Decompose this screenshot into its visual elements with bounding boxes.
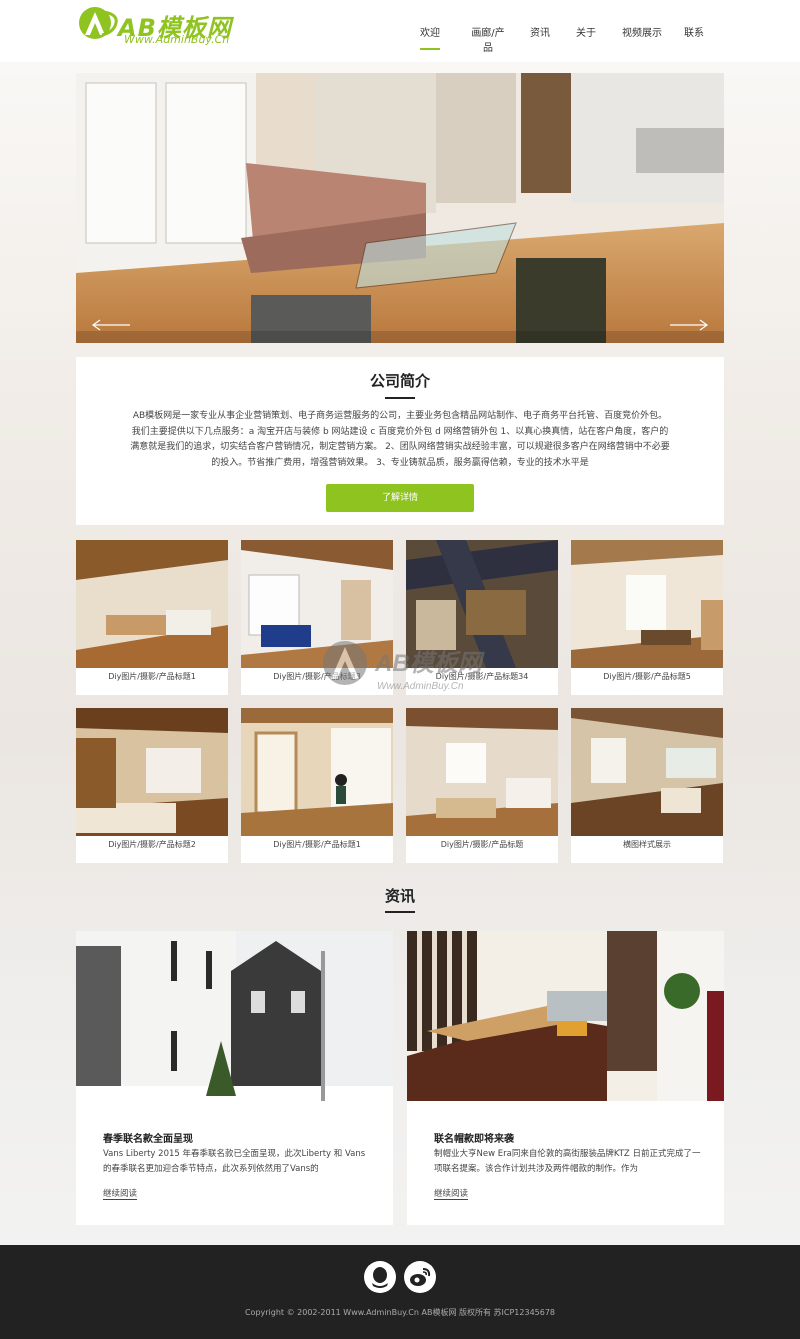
main-nav: 欢迎 画廊/产品 资讯 关于 视频展示 联系 — [420, 24, 704, 54]
arrow-left-icon — [91, 319, 130, 331]
product-caption: Diy图片/摄影/产品标题3 — [273, 672, 361, 681]
qq-button[interactable] — [364, 1261, 396, 1293]
nav-item-gallery[interactable]: 画廊/产品 — [468, 24, 508, 54]
site-footer: Copyright © 2002-2011 Www.AdminBuy.Cn AB… — [0, 1245, 800, 1339]
nav-item-video[interactable]: 视频展示 — [622, 24, 662, 44]
news-card[interactable]: 联名帽款即将来袭 制帽业大亨New Era同来自伦敦的高街服装品牌KTZ 日前正… — [407, 931, 724, 1225]
product-caption: 横图样式展示 — [623, 840, 671, 849]
news-summary: Vans Liberty 2015 年春季联名款已全面呈现，此次Liberty … — [103, 1149, 366, 1174]
learn-more-button[interactable]: 了解详情 — [326, 484, 474, 512]
read-more-link[interactable]: 继续阅读 — [103, 1187, 138, 1200]
product-photo — [571, 540, 723, 668]
product-caption: Diy图片/摄影/产品标题5 — [603, 672, 691, 681]
product-caption: Diy图片/摄影/产品标题2 — [108, 840, 196, 849]
product-card[interactable]: Diy图片/摄影/产品标题1 — [241, 708, 393, 863]
news-headline[interactable]: 联名帽款即将来袭 — [434, 1130, 514, 1145]
weibo-icon — [410, 1268, 431, 1286]
hero-banner[interactable] — [76, 73, 724, 343]
product-card[interactable]: Diy图片/摄影/产品标题2 — [76, 708, 228, 863]
product-photo — [406, 708, 558, 836]
product-card[interactable]: Diy图片/摄影/产品标题3 — [241, 540, 393, 695]
intro-text: AB模板网是一家专业从事企业营销策划、电子商务运营服务的公司，主要业务包含精品网… — [130, 411, 670, 468]
nav-item-about[interactable]: 关于 — [576, 24, 596, 44]
nav-item-news[interactable]: 资讯 — [530, 24, 550, 44]
logo-url: Www.AdminBuy.Cn — [124, 33, 230, 46]
news-summary: 制帽业大亨New Era同来自伦敦的高街服装品牌KTZ 日前正式完成了一项联名提… — [434, 1149, 701, 1174]
living-room-photo — [76, 73, 724, 343]
weibo-button[interactable] — [404, 1261, 436, 1293]
product-card[interactable]: Diy图片/摄影/产品标题34 — [406, 540, 558, 695]
logo-mark-icon — [79, 7, 118, 39]
news-photo — [76, 931, 393, 1101]
product-card[interactable]: Diy图片/摄影/产品标题5 — [571, 540, 723, 695]
news-section-title: 资讯 — [384, 887, 415, 905]
company-intro: 公司简介 AB模板网是一家专业从事企业营销策划、电子商务运营服务的公司，主要业务… — [76, 357, 724, 525]
product-photo — [571, 708, 723, 836]
news-photo — [407, 931, 724, 1101]
site-header: AB模板网 Www.AdminBuy.Cn 欢迎 画廊/产品 资讯 关于 视频展… — [0, 0, 800, 62]
nav-item-welcome[interactable]: 欢迎 — [420, 24, 440, 50]
intro-title: 公司简介 — [369, 372, 430, 390]
read-more-link[interactable]: 继续阅读 — [434, 1187, 469, 1200]
nav-item-contact[interactable]: 联系 — [684, 24, 704, 44]
product-card[interactable]: Diy图片/摄影/产品标题1 — [76, 540, 228, 695]
site-logo[interactable]: AB模板网 Www.AdminBuy.Cn — [78, 6, 238, 46]
banner-prev-button[interactable] — [90, 317, 130, 337]
product-photo — [76, 708, 228, 836]
product-caption: Diy图片/摄影/产品标题1 — [108, 672, 196, 681]
product-photo — [241, 708, 393, 836]
news-card[interactable]: 春季联名款全面呈现 Vans Liberty 2015 年春季联名款已全面呈现，… — [76, 931, 393, 1225]
product-card[interactable]: Diy图片/摄影/产品标题 — [406, 708, 558, 863]
title-underline — [385, 397, 415, 399]
product-caption: Diy图片/摄影/产品标题 — [440, 840, 524, 849]
product-caption: Diy图片/摄影/产品标题1 — [273, 840, 361, 849]
product-photo — [406, 540, 558, 668]
product-card[interactable]: 横图样式展示 — [571, 708, 723, 863]
title-underline — [385, 911, 415, 913]
product-photo — [76, 540, 228, 668]
copyright-text: Copyright © 2002-2011 Www.AdminBuy.Cn AB… — [244, 1308, 556, 1317]
banner-next-button[interactable] — [670, 317, 710, 337]
product-photo — [241, 540, 393, 668]
qq-icon — [372, 1267, 388, 1288]
news-headline[interactable]: 春季联名款全面呈现 — [103, 1130, 193, 1145]
arrow-right-icon — [670, 319, 709, 331]
product-caption: Diy图片/摄影/产品标题34 — [435, 672, 529, 681]
